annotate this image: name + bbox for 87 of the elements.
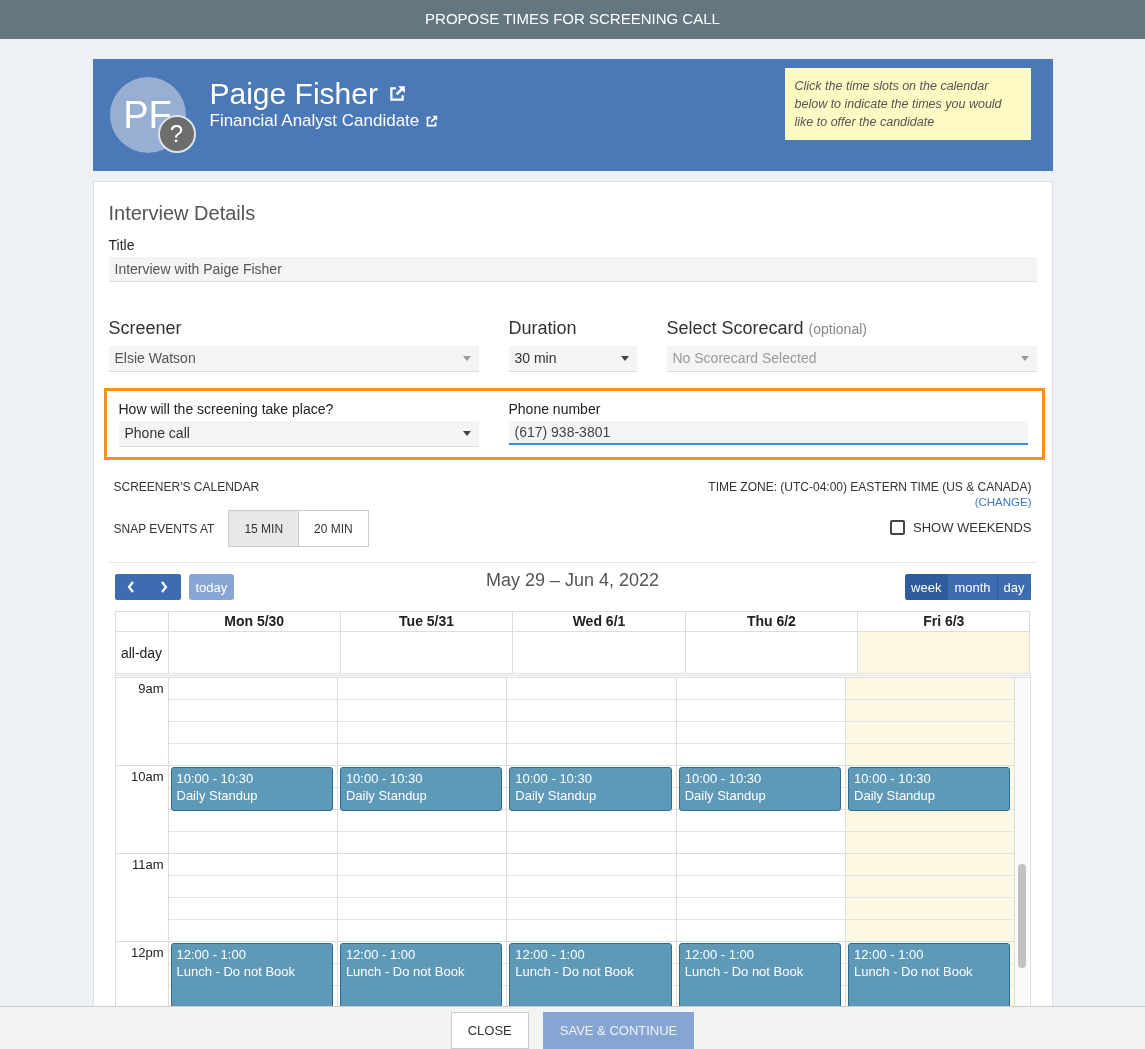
event-title: Lunch - Do not Book: [684, 963, 805, 980]
event-time: 12:00 - 1:00: [515, 946, 586, 963]
dialog-title-bar: PROPOSE TIMES FOR SCREENING CALL: [0, 0, 1145, 39]
method-select[interactable]: Phone call: [118, 421, 479, 447]
scrollbar-thumb[interactable]: [1018, 864, 1027, 968]
checkbox[interactable]: [890, 520, 906, 535]
today-button[interactable]: today: [188, 574, 235, 600]
time-label: 10am: [130, 768, 165, 785]
field-label: Title: [108, 237, 136, 253]
section-heading: Interview Details: [108, 202, 257, 225]
external-link-icon[interactable]: [425, 114, 439, 128]
snap-label: SNAP EVENTS AT: [113, 521, 215, 536]
field-label: How will the screening take place?: [118, 401, 335, 417]
change-link[interactable]: (CHANGE): [974, 496, 1032, 508]
event-time: 10:00 - 10:30: [515, 770, 593, 787]
field-label: Screener: [108, 318, 183, 339]
snap-option[interactable]: 20 MIN: [299, 510, 369, 547]
calendar-event[interactable]: 10:00 - 10:30 Daily Standup: [509, 767, 672, 811]
snap-option[interactable]: 15 MIN: [228, 510, 300, 547]
event-time: 12:00 - 1:00: [684, 946, 756, 963]
field-label: Duration: [508, 318, 578, 339]
time-zone-label: TIME ZONE: (UTC-04:00) EASTERN TIME (US & CANADA): [708, 480, 1032, 494]
caret-icon: [620, 356, 629, 361]
caret-icon: [462, 431, 471, 436]
event-time: 12:00 - 1:00: [345, 946, 417, 963]
time-slot-cell[interactable]: 10:00 - 10:30 Daily Standup: [507, 766, 676, 854]
candidate-role[interactable]: Financial Analyst Candidate: [209, 111, 420, 131]
day-column[interactable]: 10:00 - 10:30 Daily Standup 12:00 - 1:00 Lunch - Do not Book: [675, 678, 846, 1008]
day-header: Thu 6/2: [685, 611, 859, 631]
all-day-cell[interactable]: [513, 631, 686, 673]
event-title: Daily Standup: [515, 787, 598, 804]
view-tab[interactable]: day: [996, 574, 1031, 600]
event-time: 10:00 - 10:30: [176, 770, 255, 787]
header-corner-cell: [115, 611, 169, 631]
candidate-name[interactable]: Paige Fisher: [209, 77, 378, 111]
time-slot-cell[interactable]: 10:00 - 10:30 Daily Standup: [846, 766, 1015, 854]
external-link-icon[interactable]: [387, 85, 406, 103]
event-title: Lunch - Do not Book: [176, 963, 297, 980]
calendar-label: SCREENER'S CALENDAR: [113, 480, 261, 494]
time-label: 12pm: [130, 944, 165, 961]
calendar-event[interactable]: 10:00 - 10:30 Daily Standup: [848, 767, 1011, 811]
time-slot-cell[interactable]: 10:00 - 10:30 Daily Standup: [168, 766, 337, 854]
close-button[interactable]: CLOSE: [450, 1012, 529, 1049]
calendar-event[interactable]: 10:00 - 10:30 Daily Standup: [339, 767, 503, 811]
time-slot-cell[interactable]: 10:00 - 10:30 Daily Standup: [337, 766, 507, 854]
event-time: 10:00 - 10:30: [345, 770, 424, 787]
day-header: Tue 5/31: [340, 611, 514, 631]
event-title: Lunch - Do not Book: [345, 963, 466, 980]
event-time: 12:00 - 1:00: [854, 946, 925, 963]
event-time: 10:00 - 10:30: [854, 770, 932, 787]
day-column[interactable]: 10:00 - 10:30 Daily Standup 12:00 - 1:00 Lunch - Do not Book: [845, 678, 1015, 1008]
all-day-cell[interactable]: [340, 631, 514, 673]
instruction-note: Click the time slots on the calendar below to indicate the times you would like to offer the candidate: [784, 68, 1031, 140]
calendar-event[interactable]: 10:00 - 10:30 Daily Standup: [678, 767, 842, 811]
day-column[interactable]: 10:00 - 10:30 Daily Standup 12:00 - 1:00 Lunch - Do not Book: [506, 678, 676, 1008]
event-title: Daily Standup: [176, 787, 259, 804]
chevron-right-icon: [160, 581, 168, 593]
view-tab[interactable]: week: [905, 574, 948, 600]
all-day-cell[interactable]: [858, 631, 1031, 673]
event-time: 10:00 - 10:30: [684, 770, 763, 787]
event-title: Lunch - Do not Book: [515, 963, 635, 980]
day-column[interactable]: 10:00 - 10:30 Daily Standup 12:00 - 1:00 Lunch - Do not Book: [336, 678, 507, 1008]
event-title: Daily Standup: [345, 787, 428, 804]
time-slot-cell[interactable]: 10:00 - 10:30 Daily Standup: [676, 766, 846, 854]
calendar-event[interactable]: 10:00 - 10:30 Daily Standup: [170, 767, 333, 811]
all-day-cell[interactable]: [168, 631, 341, 673]
time-label: 9am: [138, 680, 165, 697]
all-day-label: all-day: [115, 631, 169, 673]
field-label: Select Scorecard (optional): [666, 318, 868, 339]
title-input[interactable]: Interview with Paige Fisher: [108, 257, 1037, 282]
event-title: Daily Standup: [854, 787, 937, 804]
checkbox-label[interactable]: SHOW WEEKENDS: [913, 520, 1032, 535]
chevron-left-icon: [127, 581, 135, 593]
day-header: Wed 6/1: [513, 611, 686, 631]
duration-select[interactable]: 30 min: [508, 346, 637, 372]
caret-icon: [1020, 356, 1029, 361]
field-label: Phone number: [508, 401, 602, 417]
date-range-title: May 29 – Jun 4, 2022: [485, 570, 660, 591]
day-column[interactable]: 10:00 - 10:30 Daily Standup 12:00 - 1:00 Lunch - Do not Book: [167, 678, 337, 1008]
time-label: 11am: [131, 856, 165, 873]
screener-select[interactable]: Elsie Watson: [108, 346, 479, 372]
event-title: Daily Standup: [684, 787, 767, 804]
event-time: 12:00 - 1:00: [176, 946, 247, 963]
day-header: Mon 5/30: [168, 611, 341, 631]
event-title: Lunch - Do not Book: [854, 963, 974, 980]
caret-icon: [462, 356, 471, 361]
phone-input[interactable]: (617) 938-3801: [508, 421, 1028, 445]
